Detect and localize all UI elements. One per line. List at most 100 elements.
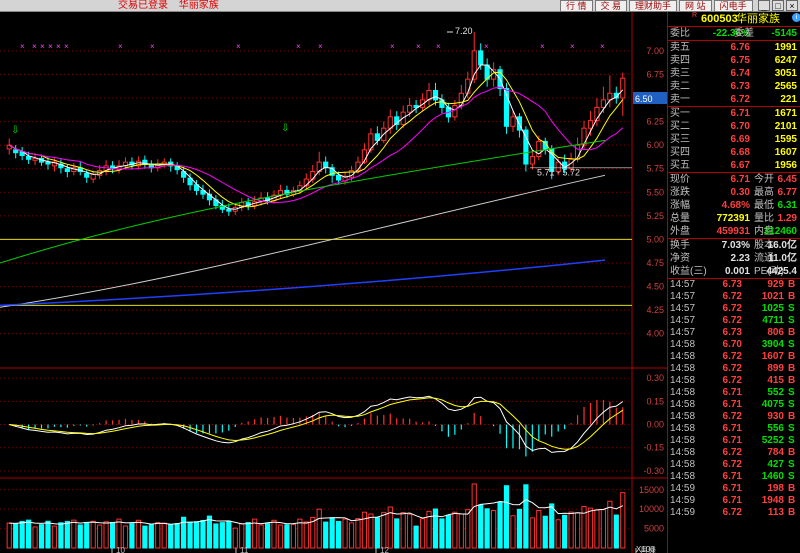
- top-button-1[interactable]: 交 易: [594, 0, 628, 12]
- volume-bar: [491, 509, 497, 549]
- volume-bar: [542, 515, 548, 549]
- volume-bar: [38, 524, 45, 549]
- volume-bar: [361, 511, 368, 549]
- volume-bar: [413, 525, 419, 549]
- volume-bar: [374, 517, 380, 549]
- volume-bar: [329, 517, 335, 549]
- volume-bar: [381, 511, 387, 549]
- volume-bar: [206, 515, 213, 549]
- volume-bar: [484, 508, 490, 549]
- volume-bar: [574, 512, 581, 549]
- volume-bar: [168, 524, 174, 549]
- fund-row: 净资 2.23 流通 11.0亿: [670, 253, 797, 264]
- tick-row: 14:58 6.71 1460 S: [670, 471, 795, 482]
- tick-row: 14:58 6.71 5252 S: [670, 435, 795, 446]
- tick-row: 14:57 6.72 1025 S: [670, 303, 795, 314]
- asks-row: 卖一 6.72 221: [670, 94, 797, 105]
- info-icon[interactable]: i: [792, 13, 800, 22]
- candle: [620, 77, 626, 99]
- signal-mark: ×: [236, 42, 241, 51]
- macd-tick-label: 0.30: [646, 373, 664, 383]
- volume-bar: [297, 518, 303, 549]
- volume-bar: [71, 519, 77, 549]
- candle: [226, 208, 232, 212]
- tick-row: 14:58 6.71 556 S: [670, 423, 795, 434]
- signal-mark: ×: [318, 42, 323, 51]
- tick-row: 14:58 6.72 1607 B: [670, 351, 796, 362]
- y-tick-label: 6.25: [646, 117, 664, 127]
- asks-row: 卖二 6.73 2565: [670, 81, 797, 92]
- volume-bar: [536, 509, 542, 549]
- volume-bar: [594, 509, 600, 549]
- volume-bar: [245, 521, 251, 549]
- tick-row: 14:58 6.72 899 B: [670, 363, 796, 374]
- asks-row: 卖四 6.75 6247: [670, 55, 797, 66]
- volume-bar: [394, 518, 400, 549]
- volume-bar: [290, 523, 296, 549]
- x-tick-label: 月线: [640, 545, 656, 553]
- volume-bar: [607, 500, 613, 549]
- y-tick-label: 4.00: [646, 329, 664, 339]
- top-button-4[interactable]: 闪电手: [713, 0, 753, 12]
- tick-row: 14:58 6.72 427 S: [670, 459, 795, 470]
- candle: [387, 116, 393, 129]
- volume-bar: [600, 509, 606, 549]
- volume-bar: [613, 514, 619, 549]
- maximize-icon[interactable]: □: [772, 0, 784, 11]
- tick-row: 14:58 6.72 930 B: [670, 411, 796, 422]
- weibi-row: 委比 -22.36% 委差 -5145: [670, 28, 797, 39]
- top-button-2[interactable]: 理财助手: [629, 0, 678, 12]
- volume-bar: [90, 520, 96, 549]
- volume-bar: [587, 507, 594, 549]
- stat-row: 涨幅 4.68% 最低 6.31: [670, 200, 797, 211]
- tick-row: 14:59 6.72 113 B: [670, 507, 796, 518]
- tick-row: 14:58 6.72 784 B: [670, 447, 796, 458]
- close-icon[interactable]: ×: [786, 0, 798, 11]
- top-button-0[interactable]: 行 情: [560, 0, 593, 12]
- signal-mark: ×: [150, 42, 155, 51]
- rong-mark: R: [692, 12, 698, 19]
- tick-list[interactable]: 14:57 6.73 929 B 14:57 6.72 1021 B 14:57 6.72 1025…: [668, 279, 800, 519]
- high-annotation: 7.20: [455, 26, 473, 36]
- volume-bar: [84, 522, 90, 549]
- volume-bar: [549, 503, 555, 549]
- volume-bar: [26, 519, 32, 549]
- candle: [458, 92, 464, 107]
- buy-arrow-icon: ⇩: [11, 125, 19, 136]
- tick-row: 14:59 6.71 198 B: [670, 483, 796, 494]
- volume-bar: [97, 524, 103, 549]
- volume-bar: [77, 524, 83, 549]
- volume-bar: [161, 522, 167, 549]
- signal-mark: ×: [20, 42, 25, 51]
- volume-bar: [155, 521, 161, 549]
- volume-bar: [497, 501, 503, 549]
- ma60-line: [0, 139, 606, 264]
- volume-bar: [32, 526, 38, 549]
- volume-bar: [400, 512, 406, 549]
- x-tick-label: 11: [240, 546, 249, 553]
- volume-bar: [129, 523, 135, 549]
- volume-bar: [316, 508, 322, 549]
- volume-bar: [445, 515, 451, 549]
- signal-mark: ×: [540, 42, 545, 51]
- stock-code: 600503: [701, 13, 738, 25]
- candle: [587, 120, 594, 129]
- minimize-icon[interactable]: _: [758, 0, 770, 11]
- stock-name-link[interactable]: 华丽家族: [179, 0, 219, 11]
- volume-bar: [355, 518, 361, 549]
- signal-mark: ×: [484, 42, 489, 51]
- quote-panel: R 600503 华丽家族 i 委比 -22.36% 委差 -5145 卖五 6.…: [667, 12, 800, 553]
- volume-bar: [213, 523, 219, 549]
- volume-bar: [303, 521, 309, 549]
- y-tick-label: 5.00: [646, 234, 664, 244]
- signal-mark: ×: [296, 42, 301, 51]
- kline-chart-area[interactable]: 7.00 6.75 6.50 6.25 6.00 5.75 5.50 5.25 5.00 4.75…: [0, 12, 667, 553]
- buy-arrow-icon: ⇩: [281, 123, 289, 134]
- y-tick-label: 5.75: [646, 164, 664, 174]
- tick-row: 14:57 6.72 1021 B: [670, 291, 796, 302]
- candle: [407, 105, 413, 113]
- bids-row: 买五 6.67 1956: [670, 160, 797, 171]
- stock-name: 华丽家族: [736, 13, 780, 25]
- volume-bar: [348, 522, 355, 549]
- bids-row: 买一 6.71 1671: [670, 108, 797, 119]
